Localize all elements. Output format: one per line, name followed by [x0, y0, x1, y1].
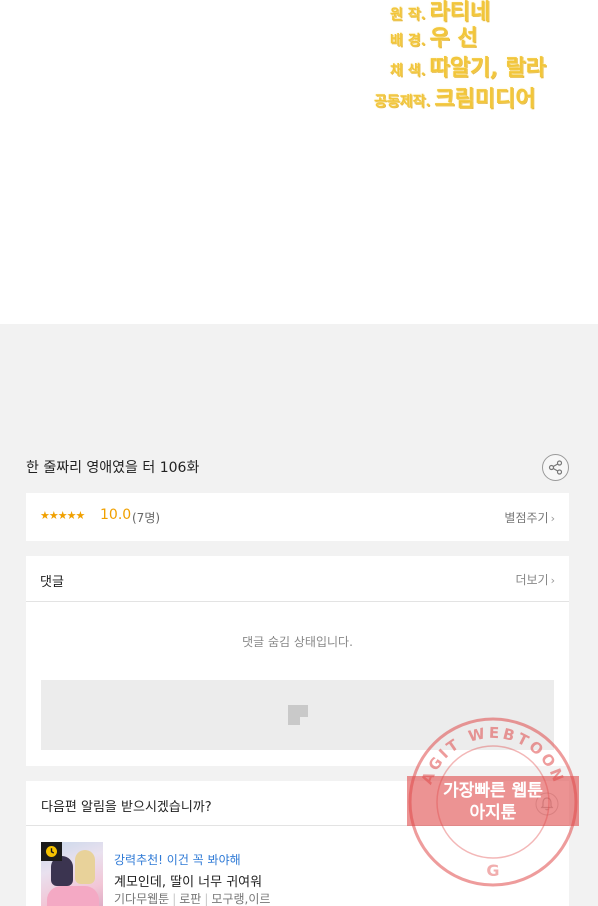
credit-background: 배 경. 우 선	[390, 25, 478, 51]
clock-icon	[46, 846, 57, 857]
chevron-right-icon: ›	[550, 512, 555, 525]
rating-stars: ★★★★★	[40, 509, 85, 522]
next-episode-header: 다음편 알림을 받으시겠습니까?	[26, 781, 569, 826]
share-icon	[548, 460, 563, 475]
recommendation-meta: 기다무웹툰 | 로판 | 모구랭,이르	[114, 892, 271, 906]
comments-title: 댓글	[40, 575, 64, 590]
rate-button[interactable]: 별점주기 ›	[504, 509, 555, 526]
comments-hidden-message: 댓글 숨김 상태입니다.	[242, 635, 353, 649]
clock-badge	[41, 842, 62, 861]
comment-placeholder	[41, 680, 554, 750]
comments-more-button[interactable]: 더보기 ›	[515, 571, 555, 588]
episode-title: 한 줄짜리 영애였을 터 106화	[26, 460, 200, 476]
chevron-right-icon: ›	[550, 574, 555, 587]
comic-panel: 원 작. 라티네 배 경. 우 선 채 색. 따알기, 랄라 공동제작. 크림미디어	[0, 0, 598, 324]
credit-coproduction: 공동제작. 크림미디어	[374, 86, 536, 112]
next-episode-card: 다음편 알림을 받으시겠습니까? 강력추천! 이건 꼭 봐야해 계모인데, 딸이…	[26, 781, 569, 906]
rating-count: (7명)	[132, 511, 161, 525]
recommendation-thumbnail[interactable]	[41, 842, 103, 906]
comments-header: 댓글 더보기 ›	[26, 556, 569, 602]
recommendation-title[interactable]: 계모인데, 딸이 너무 귀여워	[114, 871, 262, 890]
share-button[interactable]	[542, 454, 569, 481]
credit-coloring: 채 색. 따알기, 랄라	[390, 55, 547, 81]
placeholder-icon	[287, 705, 308, 725]
comments-card: 댓글 더보기 › 댓글 숨김 상태입니다.	[26, 556, 569, 766]
bell-icon	[535, 792, 559, 816]
notification-toggle[interactable]	[535, 792, 559, 816]
rating-score: 10.0	[100, 507, 132, 523]
next-episode-prompt: 다음편 알림을 받으시겠습니까?	[41, 800, 212, 815]
rating-card: ★★★★★ 10.0 (7명) 별점주기 ›	[26, 493, 569, 541]
recommendation-tag[interactable]: 강력추천! 이건 꼭 봐야해	[114, 851, 241, 868]
